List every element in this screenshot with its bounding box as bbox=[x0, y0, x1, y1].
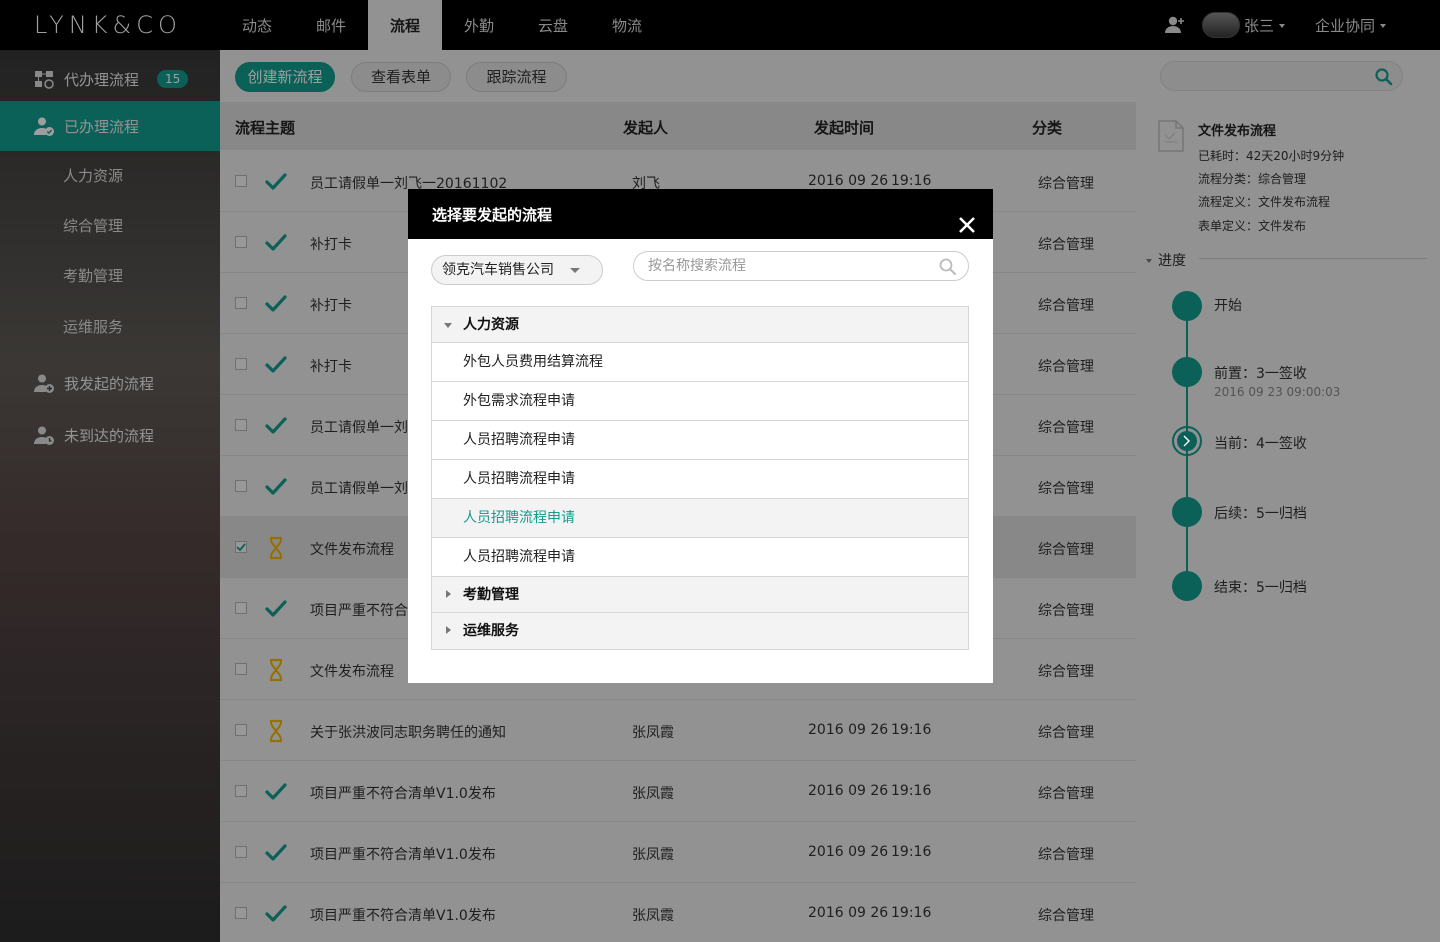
tree-item[interactable]: 人员招聘流程申请 bbox=[432, 421, 968, 460]
company-select[interactable]: 领克汽车销售公司 bbox=[431, 255, 603, 285]
flow-tree: 人力资源 外包人员费用结算流程 外包需求流程申请 人员招聘流程申请 人员招聘流程… bbox=[431, 306, 969, 650]
tree-item[interactable]: 外包人员费用结算流程 bbox=[432, 343, 968, 382]
tree-item-hover[interactable]: 人员招聘流程申请 bbox=[432, 499, 968, 538]
tree-group-hr[interactable]: 人力资源 bbox=[432, 307, 968, 343]
search-icon[interactable] bbox=[938, 257, 958, 277]
tree-group-label: 运维服务 bbox=[463, 623, 519, 639]
tree-item[interactable]: 外包需求流程申请 bbox=[432, 382, 968, 421]
chevron-right-icon bbox=[446, 626, 451, 634]
company-select-value: 领克汽车销售公司 bbox=[442, 262, 554, 278]
tree-group-label: 考勤管理 bbox=[463, 587, 519, 603]
chevron-down-icon bbox=[570, 268, 580, 273]
chevron-right-icon bbox=[1183, 435, 1190, 447]
modal-header: 选择要发起的流程 bbox=[408, 189, 993, 239]
chevron-down-icon bbox=[444, 323, 452, 328]
chevron-right-icon bbox=[446, 590, 451, 598]
tree-group-attendance[interactable]: 考勤管理 bbox=[432, 577, 968, 613]
tree-item[interactable]: 人员招聘流程申请 bbox=[432, 460, 968, 499]
tree-group-label: 人力资源 bbox=[463, 317, 519, 333]
flow-search-input[interactable]: 按名称搜索流程 bbox=[633, 251, 969, 281]
flow-search-placeholder: 按名称搜索流程 bbox=[648, 258, 746, 274]
modal-title: 选择要发起的流程 bbox=[432, 206, 553, 224]
tree-item[interactable]: 人员招聘流程申请 bbox=[432, 538, 968, 577]
tree-group-ops[interactable]: 运维服务 bbox=[432, 613, 968, 649]
close-icon[interactable] bbox=[957, 204, 977, 233]
select-flow-modal: 选择要发起的流程 领克汽车销售公司 按名称搜索流程 人力资源 外包人员费用结算流… bbox=[408, 189, 993, 683]
